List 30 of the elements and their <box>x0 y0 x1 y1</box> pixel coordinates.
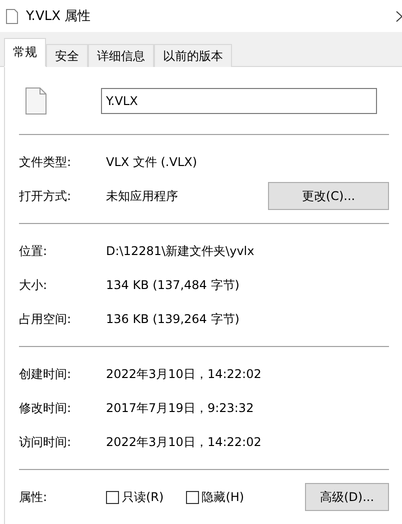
field-value: VLX 文件 (.VLX) <box>106 154 198 170</box>
tab[interactable]: 详细信息 <box>88 44 154 67</box>
checkbox[interactable]: 只读(R) <box>106 488 164 506</box>
field-label: 修改时间: <box>19 400 72 416</box>
field-label: 文件类型: <box>19 154 72 170</box>
change-button[interactable]: 更改(C)... <box>268 182 389 210</box>
field-value: 136 KB (139,264 字节) <box>106 310 240 328</box>
field-value: D:\12281\新建文件夹\yvlx <box>106 242 256 260</box>
file-icon <box>6 8 18 24</box>
advanced-button[interactable]: 高级(D)... <box>305 483 389 511</box>
tab[interactable]: 常规 <box>4 38 46 67</box>
field-label: 位置: <box>19 242 48 260</box>
field-label: 大小: <box>19 276 48 294</box>
field-label: 占用空间: <box>19 310 72 328</box>
field-label: 打开方式: <box>19 188 72 204</box>
field-value: 2017年7月19日，9:23:32 <box>106 400 255 416</box>
checkbox[interactable]: 隐藏(H) <box>186 488 244 506</box>
field-value: 134 KB (137,484 字节) <box>106 276 240 294</box>
tab[interactable]: 安全 <box>46 44 88 67</box>
field-label: 属性: <box>19 488 48 506</box>
field-value: 未知应用程序 <box>106 188 179 204</box>
field-value: 2022年3月10日，14:22:02 <box>106 434 262 450</box>
tab[interactable]: 以前的版本 <box>154 44 232 67</box>
field-label: 访问时间: <box>19 434 72 450</box>
window-title: Y.VLX 属性 <box>26 8 92 25</box>
close-icon[interactable] <box>396 10 402 22</box>
name-field[interactable]: Y.VLX <box>101 88 377 114</box>
field-label: 创建时间: <box>19 366 72 382</box>
field-value: 2022年3月10日，14:22:02 <box>106 366 262 382</box>
file-icon <box>25 86 47 114</box>
